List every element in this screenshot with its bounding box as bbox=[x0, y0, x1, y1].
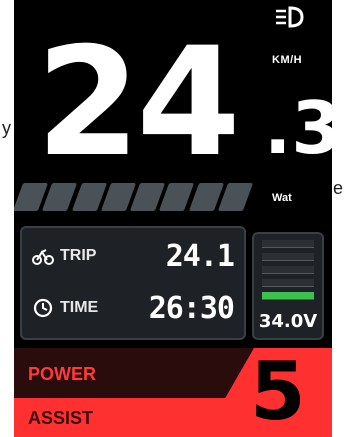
battery-level-bar bbox=[262, 292, 314, 300]
bike-icon bbox=[32, 249, 54, 265]
clock-icon bbox=[33, 298, 53, 318]
trip-row: TRIP 24.1 bbox=[32, 236, 235, 276]
assist-panel: POWER ASSIST 5 bbox=[14, 348, 332, 437]
power-unit: Wat bbox=[272, 192, 292, 204]
battery-level-indicator bbox=[262, 240, 314, 300]
battery-level-bar bbox=[262, 266, 314, 274]
battery-panel: 34.0V bbox=[252, 232, 324, 340]
time-row: TIME 26:30 bbox=[32, 288, 235, 328]
battery-level-bar bbox=[262, 279, 314, 287]
assist-label: ASSIST bbox=[28, 408, 94, 428]
power-bar bbox=[14, 183, 254, 211]
power-label: POWER bbox=[28, 364, 97, 384]
speed-decimal: .3 bbox=[264, 86, 332, 170]
battery-voltage: 34.0V bbox=[258, 311, 318, 332]
battery-level-bar bbox=[262, 253, 314, 261]
time-label: TIME bbox=[60, 299, 99, 316]
assist-level: 5 bbox=[250, 348, 306, 437]
battery-level-bar bbox=[262, 240, 314, 248]
background-text-left: y bbox=[2, 118, 11, 138]
background-text-right: e bbox=[333, 178, 344, 198]
trip-value: 24.1 bbox=[165, 238, 235, 274]
ebike-display: KM/H 24 .3 Wat TRIP 24.1 TIME 26:30 34.0… bbox=[14, 0, 332, 437]
headlight-icon bbox=[276, 6, 304, 28]
time-value: 26:30 bbox=[148, 290, 235, 326]
power-segment bbox=[217, 183, 254, 211]
speed-value: 24 bbox=[36, 16, 241, 190]
trip-time-panel: TRIP 24.1 TIME 26:30 bbox=[20, 226, 246, 340]
trip-label: TRIP bbox=[60, 247, 97, 264]
speed-unit: KM/H bbox=[272, 54, 303, 66]
